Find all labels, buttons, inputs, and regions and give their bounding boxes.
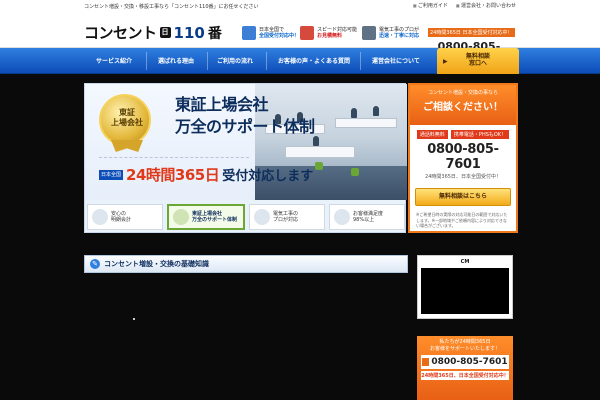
- cm-label: CM: [460, 259, 470, 265]
- satisfaction-badge-icon: [334, 209, 350, 225]
- section-title: コンセント増設・交換の基礎知識: [104, 260, 209, 268]
- helmet-icon: [254, 209, 270, 225]
- chart-icon: [173, 209, 189, 225]
- nav-divider: [266, 52, 267, 70]
- paperclip-icon: ✎: [90, 259, 100, 269]
- feature-clear-pricing[interactable]: 安心の 明朗会計: [87, 204, 163, 230]
- site-logo[interactable]: コンセント 日 110 番: [84, 22, 222, 43]
- phone-icon: [422, 358, 430, 366]
- hero-hours: 日本全国 24時間365日 受付対応します: [99, 164, 313, 185]
- feature-satisfaction[interactable]: お客様満足度 98%以上: [329, 204, 405, 230]
- hero-feature-row: 安心の 明朗会計 東証上場会社 万全のサポート体制 電気工事の プロが対応 お客様満足…: [87, 204, 405, 230]
- logo-word: コンセント: [84, 24, 157, 42]
- logo-badge: 日: [159, 27, 171, 38]
- logo-suffix: 番: [207, 25, 222, 42]
- hero-visual: 東証 上場会社 東証上場会社 万全のサポート体制 日本全国 24時間365日 受付…: [85, 84, 407, 200]
- header-feature-nationwide: 日本全国で 全国受付対応中！: [242, 23, 299, 43]
- hours-rest: 受付対応します: [222, 169, 314, 184]
- top-strip-text: コンセント増設・交換・移設工事なら「コンセント110番」にお任せください: [84, 4, 259, 10]
- nav-item-services[interactable]: サービス紹介: [96, 56, 132, 65]
- cm-video-player[interactable]: [421, 268, 509, 314]
- hours-big: 24時間365日: [126, 166, 220, 184]
- japan-map-icon: [242, 26, 256, 40]
- header-phone-tag: 24時間365日 日本全国受付対応中！: [428, 28, 515, 37]
- tag-toll-free: 通話料無料: [416, 130, 448, 139]
- logo-number: 110: [173, 23, 205, 42]
- sidebar-phone-number[interactable]: 0800-805-7601: [410, 142, 516, 172]
- truck-icon: [300, 26, 314, 40]
- tag-mobile-ok: 携帯電話・PHSもOK！: [450, 130, 510, 139]
- hero-headline: 東証上場会社 万全のサポート体制: [175, 95, 315, 136]
- promo-phone[interactable]: 0800-805-7601: [421, 355, 509, 369]
- nav-item-voices-faq[interactable]: お客様の声・よくある質問: [278, 56, 350, 65]
- hero-divider: [99, 157, 249, 158]
- cm-video-box: CM: [417, 255, 513, 319]
- nav-divider: [146, 52, 147, 70]
- feature-listed-support[interactable]: 東証上場会社 万全のサポート体制: [167, 204, 245, 230]
- free-consult-button[interactable]: 無料相談はこちら: [415, 188, 511, 206]
- arrow-right-icon: ▶: [443, 58, 448, 65]
- hours-tag: 日本全国: [99, 169, 124, 180]
- section-heading: ✎ コンセント増設・交換の基礎知識: [84, 255, 408, 273]
- sidebar-tags: 通話料無料 携帯電話・PHSもOK！: [410, 130, 516, 139]
- hero-banner: 東証 上場会社 東証上場会社 万全のサポート体制 日本全国 24時間365日 受付…: [84, 83, 407, 233]
- sidebar-promo[interactable]: 私たちが24時間365日 お客様をサポートいたします！ 0800-805-760…: [417, 336, 513, 400]
- nav-item-flow[interactable]: ご利用の流れ: [217, 56, 253, 65]
- sidebar-contact-header: コンセント増設・交換の事なら ご相談ください！: [410, 85, 516, 125]
- feature-electrician[interactable]: 電気工事の プロが対応: [249, 204, 325, 230]
- nav-divider: [360, 52, 361, 70]
- promo-bar: 24時間365日、日本全国受付対応中！: [421, 371, 509, 380]
- listed-company-medal: 東証 上場会社: [99, 94, 151, 152]
- site-header: コンセント 日 110 番 日本全国で 全国受付対応中！ スピード対応可能 お見積無…: [0, 14, 600, 66]
- header-feature-speed: スピード対応可能 お見積無料: [300, 23, 357, 43]
- ribbon-icon: [111, 140, 143, 152]
- nav-divider: [207, 52, 208, 70]
- top-link-company[interactable]: 運営会社・お問い合わせ: [456, 2, 516, 9]
- dot-marker: [133, 318, 135, 320]
- calculator-icon: [92, 209, 108, 225]
- nav-item-reasons[interactable]: 選ばれる理由: [158, 56, 194, 65]
- top-links: ご利用ガイド 運営会社・お問い合わせ: [413, 2, 516, 9]
- sidebar-note: ※ご希望日時の実際の対応可能日の範囲で対応いたします。※一部地域やご依頼内容によ…: [416, 212, 508, 229]
- worker-icon: [362, 26, 376, 40]
- top-link-guide[interactable]: ご利用ガイド: [413, 2, 448, 9]
- sidebar-contact-box: コンセント増設・交換の事なら ご相談ください！ 通話料無料 携帯電話・PHSもO…: [408, 83, 518, 233]
- nav-free-consult-button[interactable]: ▶ 無料相談 窓口へ: [437, 48, 519, 74]
- sidebar-hours: 24時間365日、日本全国受付中！: [425, 174, 501, 180]
- header-feature-pro: 電気工事のプロが 迅速・丁寧に対応: [362, 23, 419, 43]
- top-strip: コンセント増設・交換・移設工事なら「コンセント110番」にお任せください ご利用…: [0, 0, 600, 14]
- nav-item-company[interactable]: 運営会社について: [372, 56, 420, 65]
